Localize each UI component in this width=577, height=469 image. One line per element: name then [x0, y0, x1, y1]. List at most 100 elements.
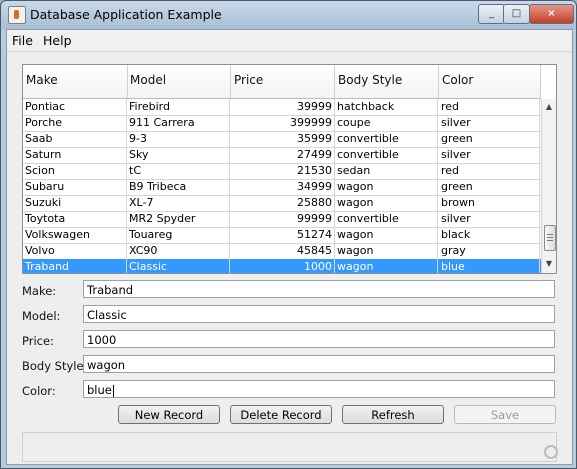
table-row[interactable]: Volvo XC90 45845 wagon gray [23, 243, 541, 260]
cell-color: silver [439, 115, 540, 131]
table-row[interactable]: Toytota MR2 Spyder 99999 convertible sil… [23, 211, 541, 228]
column-header-model[interactable]: Model [127, 65, 231, 98]
cell-model: Classic [127, 259, 230, 273]
title-bar[interactable]: Database Application Example _ □ × [1, 1, 576, 29]
make-field[interactable]: Traband [83, 280, 555, 298]
cell-color: blue [439, 259, 540, 273]
table-row[interactable]: Subaru B9 Tribeca 34999 wagon green [23, 179, 541, 196]
window-title: Database Application Example [30, 7, 222, 22]
table-row[interactable]: Pontiac Firebird 39999 hatchback red [23, 99, 541, 116]
cell-body-style: wagon [335, 227, 438, 243]
cell-make: Pontiac [23, 99, 127, 115]
help-menu[interactable]: Help [43, 33, 72, 48]
cell-body-style: convertible [335, 131, 438, 147]
cell-body-style: coupe [335, 115, 438, 131]
cell-model: Sky [127, 147, 230, 163]
model-label: Model: [22, 309, 61, 323]
model-field[interactable]: Classic [83, 305, 555, 323]
column-header-price[interactable]: Price [231, 65, 335, 98]
cell-make: Saturn [23, 147, 127, 163]
cell-model: Touareg [127, 227, 230, 243]
save-button[interactable]: Save [454, 405, 556, 424]
cell-make: Porche [23, 115, 127, 131]
chevron-up-icon[interactable]: ▲ [544, 102, 554, 112]
column-header-color[interactable]: Color [439, 65, 541, 98]
cell-price: 35999 [231, 131, 335, 147]
file-menu[interactable]: File [12, 33, 33, 48]
cell-model: XC90 [127, 243, 230, 259]
cell-color: silver [439, 211, 540, 227]
cell-color: green [439, 179, 540, 195]
cell-make: Volvo [23, 243, 127, 259]
scroll-grip-line [547, 234, 553, 235]
status-bar [22, 432, 557, 462]
cell-price: 51274 [231, 227, 335, 243]
body-style-field[interactable]: wagon [83, 355, 555, 373]
cell-model: 911 Carrera [127, 115, 230, 131]
color-label: Color: [22, 384, 56, 398]
cell-price: 399999 [231, 115, 335, 131]
cell-price: 1000 [231, 259, 335, 273]
cell-color: brown [439, 195, 540, 211]
client-area: File Help Make Model Price Body Style Co… [6, 29, 573, 465]
table-row[interactable]: Saturn Sky 27499 convertible silver [23, 147, 541, 164]
cell-price: 27499 [231, 147, 335, 163]
scroll-grip-line [547, 237, 553, 238]
cell-color: red [439, 163, 540, 179]
table-row[interactable]: Scion tC 21530 sedan red [23, 163, 541, 180]
close-button[interactable]: × [529, 4, 574, 24]
table-row[interactable]: Volkswagen Touareg 51274 wagon black [23, 227, 541, 244]
scroll-grip-line [547, 240, 553, 241]
table-row[interactable]: Suzuki XL-7 25880 wagon brown [23, 195, 541, 212]
table-row[interactable]: Saab 9-3 35999 convertible green [23, 131, 541, 148]
new-record-button[interactable]: New Record [118, 405, 220, 424]
column-header-make[interactable]: Make [23, 65, 128, 98]
cell-color: silver [439, 147, 540, 163]
records-table[interactable]: Make Model Price Body Style Color Pontia… [22, 64, 557, 274]
resize-grip-icon[interactable] [544, 445, 558, 459]
cell-price: 45845 [231, 243, 335, 259]
cell-price: 39999 [231, 99, 335, 115]
menu-bar: File Help [7, 30, 572, 52]
minimize-button[interactable]: _ [478, 4, 505, 24]
text-caret [112, 384, 114, 397]
cell-make: Volkswagen [23, 227, 127, 243]
cell-make: Traband [23, 259, 127, 273]
cell-model: 9-3 [127, 131, 230, 147]
cell-color: gray [439, 243, 540, 259]
cell-make: Subaru [23, 179, 127, 195]
cell-body-style: wagon [335, 195, 438, 211]
cell-make: Suzuki [23, 195, 127, 211]
cell-model: B9 Tribeca [127, 179, 230, 195]
color-field[interactable]: blue [83, 380, 555, 398]
cell-body-style: sedan [335, 163, 438, 179]
cell-body-style: wagon [335, 243, 438, 259]
cell-body-style: convertible [335, 147, 438, 163]
cell-make: Scion [23, 163, 127, 179]
table-header: Make Model Price Body Style Color [23, 65, 541, 99]
body-style-label: Body Style: [22, 359, 88, 373]
cell-model: tC [127, 163, 230, 179]
cell-price: 99999 [231, 211, 335, 227]
cell-model: MR2 Spyder [127, 211, 230, 227]
scroll-thumb[interactable] [544, 225, 556, 251]
selected-table-row[interactable]: Traband Classic 1000 wagon blue [23, 259, 541, 273]
cell-body-style: convertible [335, 211, 438, 227]
refresh-button[interactable]: Refresh [342, 405, 444, 424]
cell-model: XL-7 [127, 195, 230, 211]
delete-record-button[interactable]: Delete Record [230, 405, 332, 424]
vertical-scrollbar[interactable]: ▲ ▼ [541, 99, 556, 273]
cell-body-style: hatchback [335, 99, 438, 115]
cell-body-style: wagon [335, 259, 438, 273]
cell-color: red [439, 99, 540, 115]
table-row[interactable]: Porche 911 Carrera 399999 coupe silver [23, 115, 541, 132]
chevron-down-icon[interactable]: ▼ [544, 259, 554, 269]
maximize-button[interactable]: □ [503, 4, 530, 24]
color-field-value: blue [87, 383, 112, 397]
price-field[interactable]: 1000 [83, 330, 555, 348]
cell-model: Firebird [127, 99, 230, 115]
cell-price: 25880 [231, 195, 335, 211]
column-header-body-style[interactable]: Body Style [335, 65, 439, 98]
cell-price: 34999 [231, 179, 335, 195]
cell-color: black [439, 227, 540, 243]
